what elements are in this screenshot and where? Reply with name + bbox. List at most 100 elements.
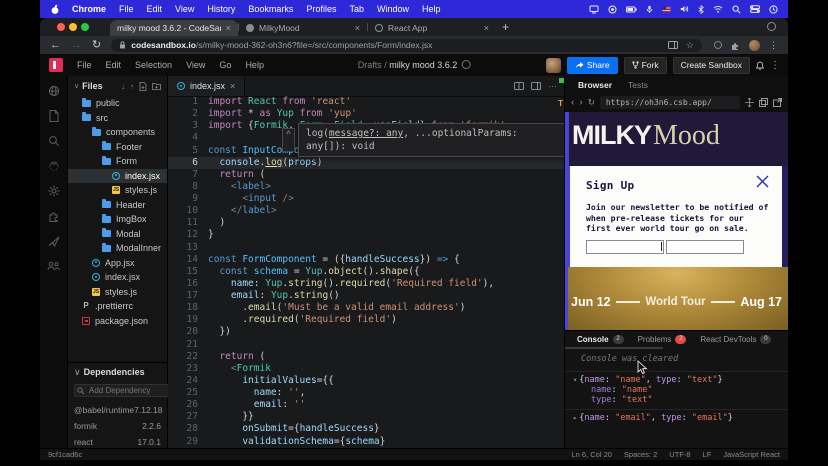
close-window-button[interactable] <box>57 23 65 31</box>
frozen-icon[interactable] <box>461 60 470 69</box>
code-line-1[interactable]: 1import React from 'react' <box>168 96 565 108</box>
file-tree-item-app-jsx[interactable]: App.jsx <box>68 256 167 271</box>
close-tab-icon[interactable]: × <box>355 23 360 33</box>
expand-caret-icon[interactable]: ▾ <box>573 376 577 384</box>
browser-tab-3[interactable]: React App× <box>368 20 496 36</box>
code-line-17[interactable]: 17 email: Yup.string() <box>168 290 565 302</box>
share-button[interactable]: Share <box>567 57 618 74</box>
csb-more-menu-icon[interactable]: ⋮ <box>770 60 780 71</box>
code-line-27[interactable]: 27 }} <box>168 411 565 423</box>
file-tree-item-header[interactable]: Header <box>68 198 167 213</box>
code-line-12[interactable]: 12} <box>168 229 565 241</box>
csb-menu-help[interactable]: Help <box>245 60 264 70</box>
minimize-window-button[interactable] <box>69 23 77 31</box>
live-icon[interactable] <box>47 259 60 273</box>
close-tab-icon[interactable]: × <box>230 81 235 91</box>
file-tree-item-styles-js[interactable]: JSstyles.js <box>68 285 167 300</box>
layout-icon[interactable] <box>531 82 541 90</box>
tab-tests[interactable]: Tests <box>628 80 648 90</box>
preview-refresh-icon[interactable]: ↻ <box>588 97 595 108</box>
menu-view[interactable]: View <box>175 4 194 14</box>
csb-menu-selection[interactable]: Selection <box>135 60 172 70</box>
code-line-22[interactable]: 22 return ( <box>168 351 565 363</box>
new-folder-icon[interactable] <box>152 82 161 90</box>
open-in-new-window-icon[interactable] <box>773 98 782 107</box>
record-icon[interactable] <box>608 5 617 14</box>
plugin-icon[interactable] <box>48 209 60 223</box>
upload-icon[interactable]: ↑ <box>130 82 134 91</box>
responsive-mode-icon[interactable] <box>745 98 754 107</box>
settings-icon[interactable] <box>48 184 60 198</box>
microphone-icon[interactable] <box>646 5 653 14</box>
file-tree-item-form[interactable]: Form <box>68 154 167 169</box>
battery-icon[interactable] <box>626 6 637 13</box>
flag-icon[interactable] <box>662 6 671 13</box>
code-line-28[interactable]: 28 onSubmit={handleSuccess} <box>168 423 565 435</box>
expand-caret-icon[interactable]: ▸ <box>573 414 577 422</box>
menu-history[interactable]: History <box>207 4 235 14</box>
console-log-entry[interactable]: ▸{name: "email", type: "email"} <box>565 410 788 424</box>
csb-menu-file[interactable]: File <box>77 60 92 70</box>
menu-profiles[interactable]: Profiles <box>306 4 336 14</box>
parameter-hint-chevron[interactable]: ^ <box>282 128 295 152</box>
chrome-menu-icon[interactable]: ⋮ <box>769 40 778 51</box>
console-tab-console[interactable]: Console2 <box>577 335 624 344</box>
tab-browser[interactable]: Browser <box>578 80 612 90</box>
code-line-13[interactable]: 13 <box>168 242 565 254</box>
display-icon[interactable] <box>589 5 599 14</box>
wifi-icon[interactable] <box>713 5 723 13</box>
status-item[interactable]: UTF-8 <box>669 450 690 459</box>
menu-edit[interactable]: Edit <box>147 4 163 14</box>
file-tree-item-package-json[interactable]: package.json <box>68 314 167 329</box>
explorer-icon[interactable] <box>49 109 59 123</box>
download-icon[interactable]: ↓ <box>121 82 125 91</box>
preview-back-icon[interactable]: ‹ <box>571 97 574 108</box>
close-tab-icon[interactable]: × <box>484 23 489 33</box>
console-tab-problems[interactable]: Problems2 <box>638 335 687 344</box>
project-icon[interactable] <box>48 84 60 98</box>
code-line-9[interactable]: 9 <input /> <box>168 193 565 205</box>
csb-menu-edit[interactable]: Edit <box>106 60 122 70</box>
control-center-icon[interactable] <box>750 5 760 13</box>
code-line-25[interactable]: 25 name: '', <box>168 387 565 399</box>
modal-close-icon[interactable] <box>756 175 769 188</box>
deployment-icon[interactable] <box>48 234 60 248</box>
file-tree-item-footer[interactable]: Footer <box>68 140 167 155</box>
code-line-14[interactable]: 14const FormComponent = ({handleSuccess}… <box>168 254 565 266</box>
bluetooth-icon[interactable] <box>698 5 704 14</box>
close-tab-icon[interactable]: × <box>226 23 231 33</box>
file-tree-item-modalinner[interactable]: ModalInner <box>68 241 167 256</box>
code-line-8[interactable]: 8 <label> <box>168 181 565 193</box>
zoom-window-button[interactable] <box>81 23 89 31</box>
menu-window[interactable]: Window <box>377 4 409 14</box>
file-tree-item-index-jsx[interactable]: index.jsx <box>68 270 167 285</box>
chrome-profile-avatar[interactable] <box>749 40 760 51</box>
notifications-bell-icon[interactable] <box>756 61 764 70</box>
code-line-18[interactable]: 18 .email('Must be a valid email address… <box>168 302 565 314</box>
apple-menu-icon[interactable] <box>50 4 60 15</box>
create-sandbox-button[interactable]: Create Sandbox <box>673 57 750 74</box>
editor-tab-indexjsx[interactable]: index.jsx × <box>168 76 245 96</box>
menu-file[interactable]: File <box>119 4 134 14</box>
new-tab-button[interactable]: + <box>502 20 509 34</box>
tab-search-icon[interactable] <box>767 22 776 31</box>
console-tab-react-devtools[interactable]: React DevTools0 <box>700 335 771 344</box>
address-bar[interactable]: codesandbox.io/s/milky-mood-362-oh3n6?fi… <box>111 39 702 52</box>
console-tab-scrollbar[interactable] <box>565 347 663 349</box>
code-line-16[interactable]: 16 name: Yup.string().required('Required… <box>168 278 565 290</box>
code-line-6[interactable]: 6 console.log(props) <box>168 157 565 169</box>
menu-chrome[interactable]: Chrome <box>72 4 106 14</box>
email-input[interactable] <box>666 240 744 254</box>
status-item[interactable]: Ln 6, Col 20 <box>571 450 611 459</box>
file-tree-item-styles-js[interactable]: JSstyles.js <box>68 183 167 198</box>
file-tree-item-modal[interactable]: Modal <box>68 227 167 242</box>
extensions-puzzle-icon[interactable] <box>731 41 740 50</box>
code-line-10[interactable]: 10 </label> <box>168 205 565 217</box>
code-line-29[interactable]: 29 validationSchema={schema} <box>168 436 565 448</box>
code-line-20[interactable]: 20 }) <box>168 326 565 338</box>
editor-more-icon[interactable]: ··· <box>548 81 557 91</box>
file-tree-item-index-jsx[interactable]: index.jsx <box>68 169 167 184</box>
new-file-icon[interactable] <box>139 82 147 91</box>
browser-tab-1[interactable]: milky mood 3.6.2 - CodeSandb× <box>110 20 238 36</box>
code-line-7[interactable]: 7 return ( <box>168 169 565 181</box>
